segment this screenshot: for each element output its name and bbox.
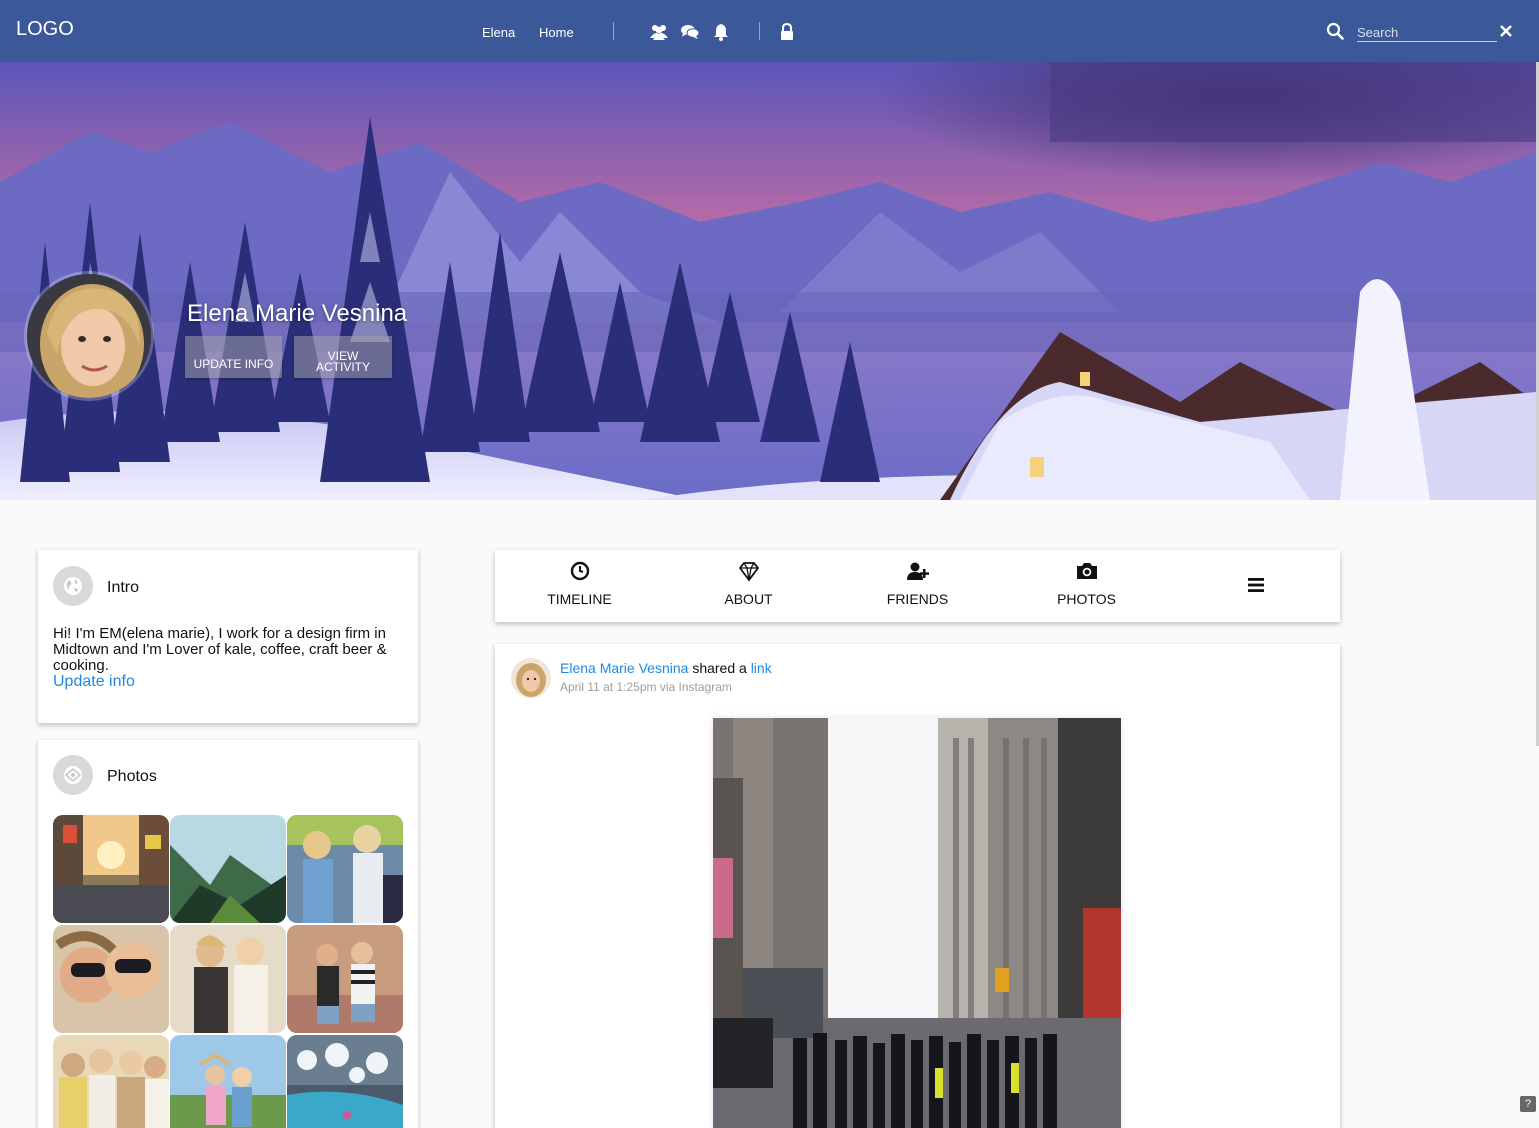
photos-icon <box>53 755 93 795</box>
menu-icon <box>1244 574 1268 596</box>
tab-label: TIMELINE <box>547 591 612 607</box>
tab-about[interactable]: ABOUT <box>664 550 833 620</box>
bell-icon[interactable] <box>711 22 731 42</box>
valley-photo[interactable] <box>170 815 286 923</box>
nav-link-profile[interactable]: Elena <box>482 25 515 40</box>
friends-graffiti-photo[interactable] <box>287 815 403 923</box>
close-icon[interactable] <box>1499 24 1513 38</box>
tab-photos[interactable]: PHOTOS <box>1002 550 1171 620</box>
intro-card: Intro Hi! I'm EM(elena marie), I work fo… <box>38 550 418 723</box>
lock-icon[interactable] <box>777 22 797 42</box>
help-icon[interactable]: ? <box>1520 1096 1536 1112</box>
profile-tabs: TIMELINE ABOUT FRIENDS PHOTOS <box>495 550 1340 622</box>
add-friend-icon <box>906 560 930 582</box>
logo[interactable]: LOGO <box>16 18 74 41</box>
friends-outdoor-photo[interactable] <box>170 925 286 1033</box>
nav-link-home[interactable]: Home <box>539 25 574 40</box>
update-info-link[interactable]: Update info <box>53 673 135 690</box>
post-meta: April 11 at 1:25pm via Instagram <box>560 680 732 694</box>
post-author-avatar[interactable] <box>511 658 551 698</box>
intro-text: Hi! I'm EM(elena marie), I work for a de… <box>53 626 413 690</box>
search-icon[interactable] <box>1326 22 1344 40</box>
search-input[interactable] <box>1357 24 1497 42</box>
cover-photo <box>0 62 1536 500</box>
update-info-label: UPDATE INFO <box>193 356 274 371</box>
globe-icon <box>53 566 93 606</box>
nav-divider <box>613 22 614 40</box>
profile-name: Elena Marie Vesnina <box>187 300 408 327</box>
post-card: Elena Marie Vesnina shared a link April … <box>495 644 1340 1128</box>
tab-timeline[interactable]: TIMELINE <box>495 550 664 620</box>
clock-icon <box>568 560 592 582</box>
post-image[interactable] <box>713 718 1121 1128</box>
users-icon[interactable] <box>649 22 669 42</box>
profile-avatar[interactable] <box>24 271 154 401</box>
tab-label: FRIENDS <box>886 591 949 607</box>
tab-friends[interactable]: FRIENDS <box>833 550 1002 620</box>
frozen-river-photo[interactable] <box>287 1035 403 1128</box>
post-header: Elena Marie Vesnina shared a link <box>560 660 772 676</box>
tab-label: ABOUT <box>724 591 773 607</box>
nav-divider <box>759 22 760 40</box>
view-activity-label-line2: ACTIVITY <box>315 359 370 374</box>
intro-bio: Hi! I'm EM(elena marie), I work for a de… <box>53 625 387 674</box>
friends-street-photo[interactable] <box>287 925 403 1033</box>
camera-icon <box>1075 560 1099 582</box>
top-navbar: LOGO Elena Home <box>0 0 1539 62</box>
photos-card: Photos <box>38 740 418 1128</box>
photos-title: Photos <box>107 768 157 785</box>
field-photo[interactable] <box>170 1035 286 1128</box>
tab-menu[interactable] <box>1171 550 1340 620</box>
chat-icon[interactable] <box>680 22 700 42</box>
view-activity-button[interactable]: VIEW ACTIVITY <box>294 336 392 378</box>
tab-label: PHOTOS <box>1057 591 1116 607</box>
group-photo[interactable] <box>53 1035 169 1128</box>
update-info-button[interactable]: UPDATE INFO <box>185 336 282 378</box>
post-action: shared a <box>692 660 747 676</box>
diamond-icon <box>737 560 761 582</box>
post-author-link[interactable]: Elena Marie Vesnina <box>560 660 688 676</box>
city-street-photo[interactable] <box>53 815 169 923</box>
post-object-link[interactable]: link <box>751 660 772 676</box>
sunglasses-selfie-photo[interactable] <box>53 925 169 1033</box>
intro-title: Intro <box>107 579 140 596</box>
